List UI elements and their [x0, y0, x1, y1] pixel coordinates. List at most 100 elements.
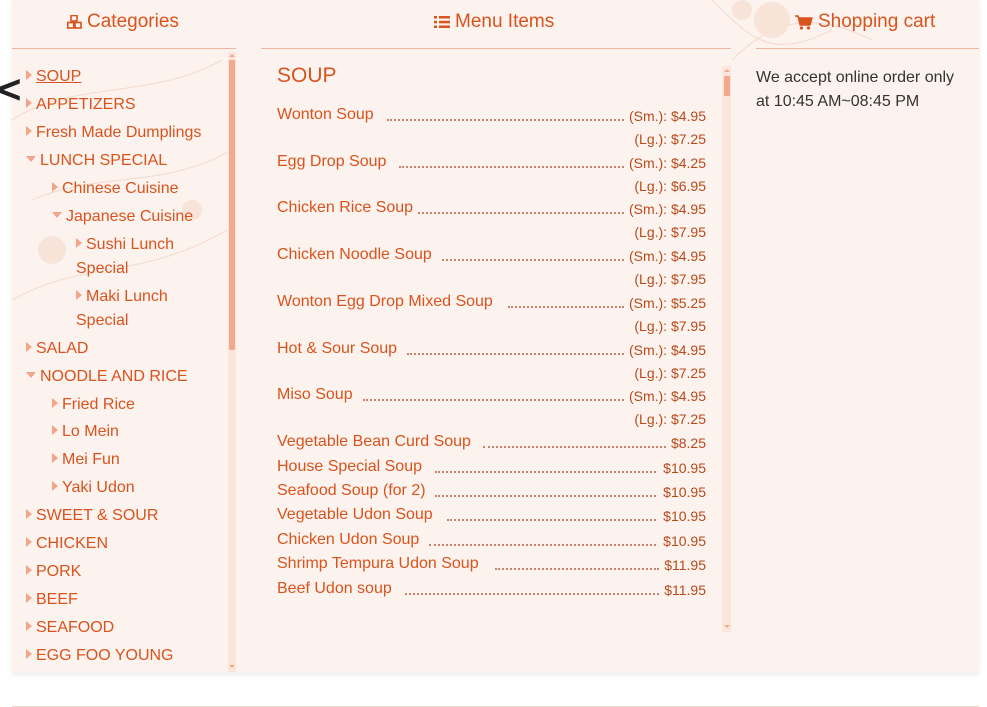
menu-item-price-small[interactable]: (Sm.): $4.95 — [629, 388, 706, 404]
menu-item-price-large[interactable]: (Lg.): $6.95 — [634, 178, 706, 194]
menu-item-price-small[interactable]: (Sm.): $5.25 — [629, 295, 706, 311]
menu-item-name[interactable]: Miso Soup — [277, 386, 353, 404]
menu-item-price-large[interactable]: (Lg.): $7.95 — [634, 271, 706, 287]
scroll-up-icon[interactable] — [724, 69, 730, 72]
menu-item-row[interactable]: Seafood Soup (for 2) $10.95 — [277, 482, 706, 504]
menu-item-row[interactable]: Vegetable Bean Curd Soup $8.25 — [277, 433, 706, 455]
menu-item-row[interactable]: House Special Soup $10.95 — [277, 458, 706, 480]
dotted-leader — [442, 259, 624, 261]
menu-item-price-small[interactable]: (Sm.): $4.95 — [629, 248, 706, 264]
shopping-cart-header[interactable]: Shopping cart — [795, 10, 935, 34]
sidebar-item-lo-mein[interactable]: Lo Mein — [52, 420, 119, 444]
menu-item-name[interactable]: Wonton Soup — [277, 106, 374, 124]
menu-item-price[interactable]: $11.95 — [664, 557, 706, 573]
scroll-down-icon[interactable] — [229, 665, 235, 668]
expand-arrow-icon — [52, 480, 58, 491]
menu-item-row[interactable]: Vegetable Udon Soup $10.95 — [277, 506, 706, 528]
dotted-leader — [435, 471, 656, 473]
menu-item-price[interactable]: $10.95 — [663, 460, 706, 476]
menu-item-price[interactable]: $10.95 — [663, 484, 706, 500]
dotted-leader — [495, 568, 659, 570]
menu-item-name[interactable]: Chicken Rice Soup — [277, 199, 413, 217]
menu-item-name[interactable]: Wonton Egg Drop Mixed Soup — [277, 293, 493, 311]
sidebar-item-egg-foo-young[interactable]: EGG FOO YOUNG — [26, 644, 174, 668]
sidebar-item-salad[interactable]: SALAD — [26, 337, 88, 361]
sidebar-item-chinese-cuisine[interactable]: Chinese Cuisine — [52, 177, 179, 201]
dotted-leader — [407, 353, 624, 355]
menu-item-row[interactable]: Hot & Sour Soup (Sm.): $4.95 (Lg.): $7.2… — [277, 340, 706, 381]
categories-header-label: Categories — [87, 11, 179, 32]
sidebar-item-sweet-and-sour[interactable]: SWEET & SOUR — [26, 504, 158, 528]
menu-item-row[interactable]: Chicken Rice Soup (Sm.): $4.95 (Lg.): $7… — [277, 199, 706, 240]
menu-item-price-large[interactable]: (Lg.): $7.25 — [634, 365, 706, 381]
menu-item-price-large[interactable]: (Lg.): $7.25 — [634, 131, 706, 147]
menu-item-name[interactable]: Beef Udon soup — [277, 580, 392, 598]
sidebar-item-label: Fresh Made Dumplings — [36, 124, 202, 141]
menu-item-name[interactable]: House Special Soup — [277, 458, 422, 476]
menu-item-row[interactable]: Wonton Soup (Sm.): $4.95 (Lg.): $7.25 — [277, 106, 706, 147]
menu-item-price[interactable]: $10.95 — [663, 533, 706, 549]
categories-header[interactable]: Categories — [67, 10, 179, 34]
sidebar-item-soup[interactable]: SOUP — [26, 65, 81, 89]
sidebar-item-chicken[interactable]: CHICKEN — [26, 532, 108, 556]
sidebar-item-label: Chinese Cuisine — [62, 180, 179, 197]
sidebar-item-label: Lo Mein — [62, 423, 119, 440]
menu-item-price[interactable]: $11.95 — [664, 582, 706, 598]
sidebar-item-mei-fun[interactable]: Mei Fun — [52, 448, 120, 472]
menu-item-name[interactable]: Egg Drop Soup — [277, 153, 386, 171]
menu-item-row[interactable]: Beef Udon soup $11.95 — [277, 580, 706, 602]
sidebar-item-label: BEEF — [36, 591, 78, 608]
sidebar-item-label: Mei Fun — [62, 451, 120, 468]
sidebar-item-japanese-cuisine[interactable]: Japanese Cuisine — [52, 205, 193, 229]
sidebar-item-seafood[interactable]: SEAFOOD — [26, 616, 114, 640]
menu-item-name[interactable]: Vegetable Udon Soup — [277, 506, 433, 524]
menu-scrollbar-thumb[interactable] — [724, 76, 730, 96]
menu-item-row[interactable]: Wonton Egg Drop Mixed Soup (Sm.): $5.25 … — [277, 293, 706, 334]
menu-item-price-large[interactable]: (Lg.): $7.25 — [634, 411, 706, 427]
menu-item-name[interactable]: Chicken Noodle Soup — [277, 246, 432, 264]
menu-item-price-small[interactable]: (Sm.): $4.95 — [629, 108, 706, 124]
menu-item-row[interactable]: Chicken Udon Soup $10.95 — [277, 531, 706, 553]
sidebar-item-lunch-special[interactable]: LUNCH SPECIAL — [26, 149, 167, 173]
sidebar-item-fried-rice[interactable]: Fried Rice — [52, 393, 135, 417]
sidebar-item-maki-lunch-special[interactable]: Maki Lunch Special — [76, 285, 196, 333]
menu-item-price-small[interactable]: (Sm.): $4.95 — [629, 342, 706, 358]
category-list: SOUP APPETIZERS Fresh Made Dumplings LUN… — [13, 52, 227, 672]
menu-item-price[interactable]: $10.95 — [663, 508, 706, 524]
sidebar-item-pork[interactable]: PORK — [26, 560, 81, 584]
menu-item-price-large[interactable]: (Lg.): $7.95 — [634, 318, 706, 334]
collapse-arrow-icon — [26, 371, 36, 378]
sidebar-item-sushi-lunch-special[interactable]: Sushi Lunch Special — [76, 233, 196, 281]
menu-item-name[interactable]: Chicken Udon Soup — [277, 531, 419, 549]
sidebar-item-appetizers[interactable]: APPETIZERS — [26, 93, 136, 117]
sidebar-item-label: Sushi Lunch Special — [76, 236, 175, 277]
menu-item-price[interactable]: $8.25 — [671, 435, 706, 451]
menu-item-row[interactable]: Miso Soup (Sm.): $4.95 (Lg.): $7.25 — [277, 386, 706, 427]
categories-header-rule — [12, 48, 236, 49]
menu-item-row[interactable]: Chicken Noodle Soup (Sm.): $4.95 (Lg.): … — [277, 246, 706, 287]
menu-item-price-small[interactable]: (Sm.): $4.95 — [629, 201, 706, 217]
expand-arrow-icon — [26, 97, 32, 108]
menu-item-name[interactable]: Vegetable Bean Curd Soup — [277, 433, 471, 451]
menu-item-row[interactable]: Egg Drop Soup (Sm.): $4.25 (Lg.): $6.95 — [277, 153, 706, 194]
menu-item-price-large[interactable]: (Lg.): $7.95 — [634, 224, 706, 240]
menu-item-name[interactable]: Shrimp Tempura Udon Soup — [277, 555, 479, 573]
menu-item-price-small[interactable]: (Sm.): $4.25 — [629, 155, 706, 171]
scroll-down-icon[interactable] — [724, 625, 730, 628]
sidebar-item-fresh-made-dumplings[interactable]: Fresh Made Dumplings — [26, 121, 201, 145]
menu-item-name[interactable]: Seafood Soup (for 2) — [277, 482, 426, 500]
sidebar-item-yaki-udon[interactable]: Yaki Udon — [52, 476, 135, 500]
sidebar-item-beef[interactable]: BEEF — [26, 588, 78, 612]
dotted-leader — [363, 399, 624, 401]
category-scrollbar-thumb[interactable] — [229, 60, 235, 350]
scroll-up-icon[interactable] — [229, 54, 235, 57]
dotted-leader — [387, 119, 624, 121]
menu-scrollbar[interactable] — [722, 66, 731, 632]
menu-item-row[interactable]: Shrimp Tempura Udon Soup $11.95 — [277, 555, 706, 577]
menu-items-header[interactable]: Menu Items — [434, 10, 554, 34]
sidebar-item-label: NOODLE AND RICE — [40, 368, 188, 385]
sidebar-item-noodle-and-rice[interactable]: NOODLE AND RICE — [26, 365, 188, 389]
collapse-arrow-icon — [52, 211, 62, 218]
dotted-leader — [508, 306, 624, 308]
menu-item-name[interactable]: Hot & Sour Soup — [277, 340, 397, 358]
